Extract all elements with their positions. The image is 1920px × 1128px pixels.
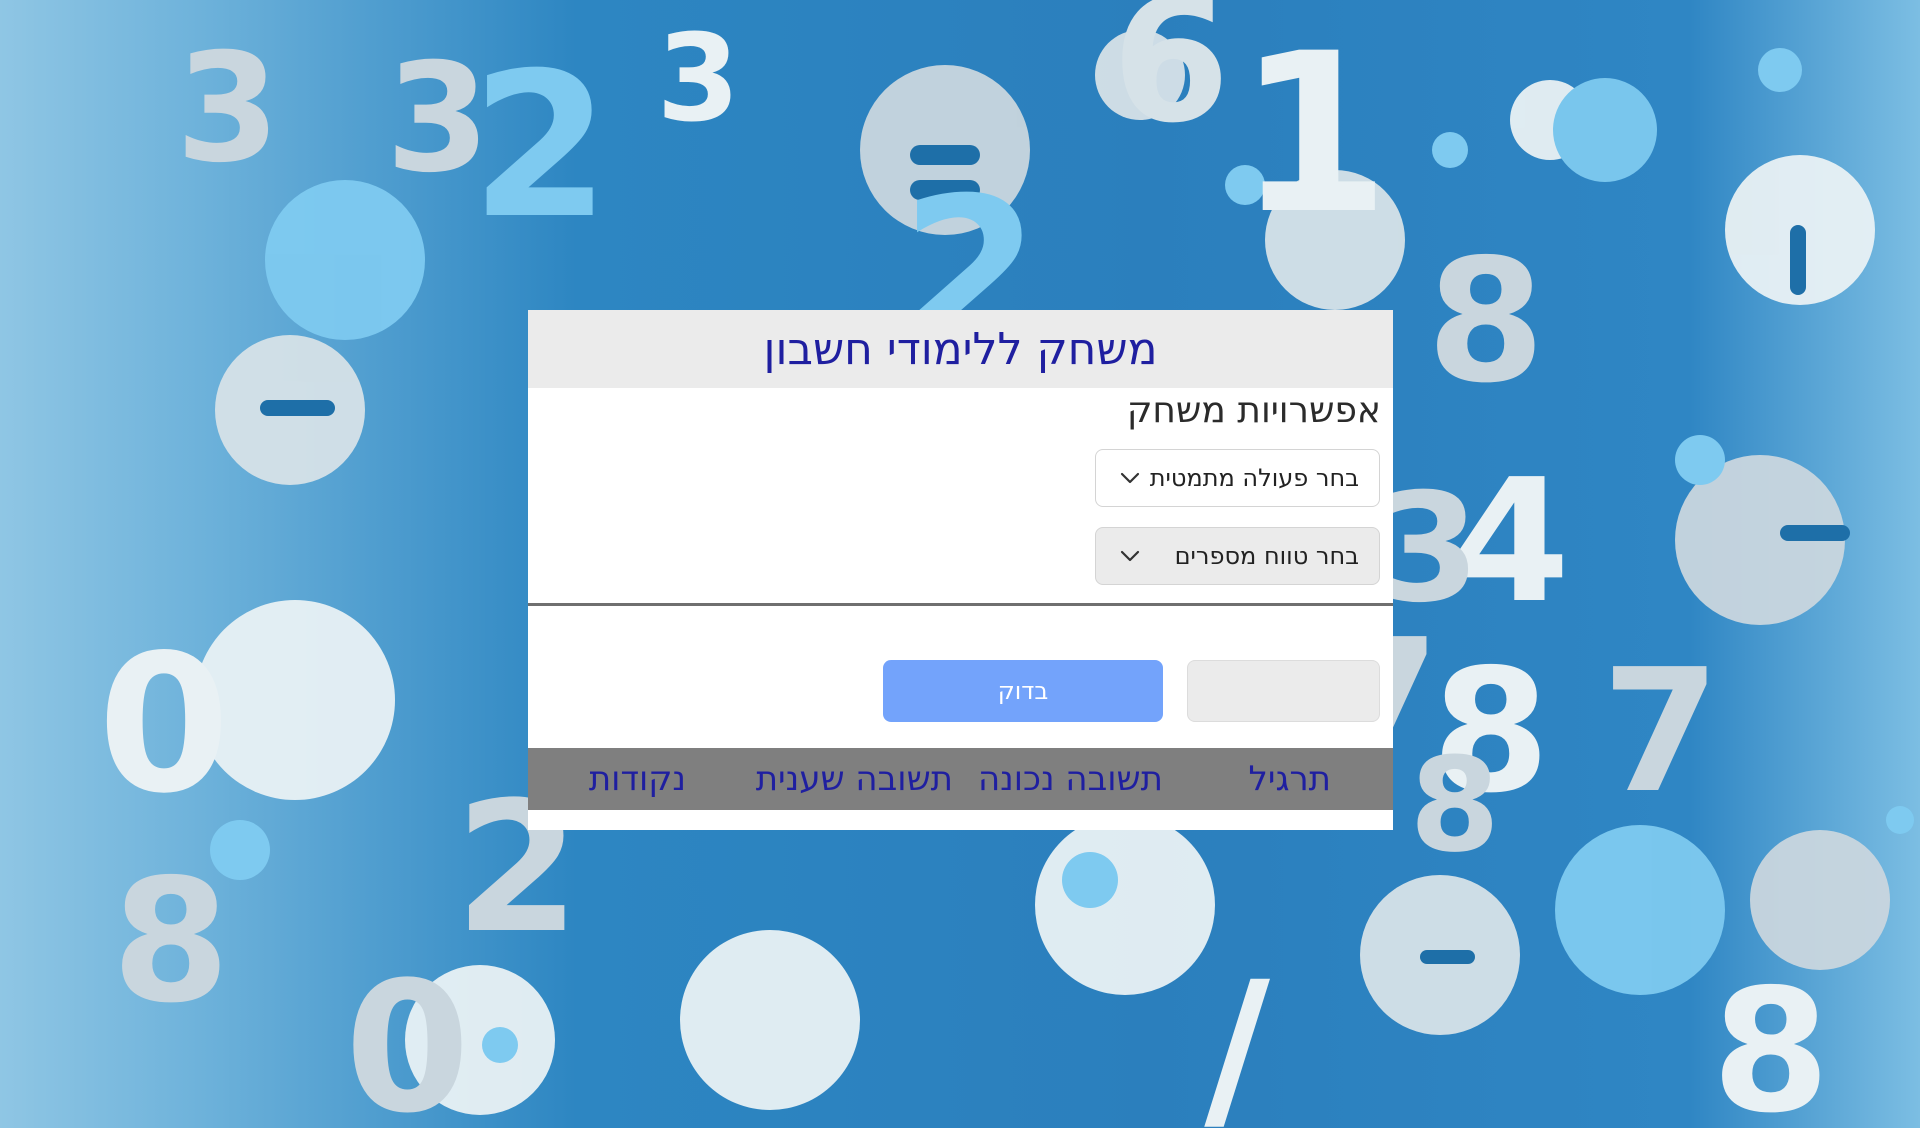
range-select-label: בחר טווח מספרים <box>1174 542 1359 570</box>
game-panel: משחק ללימודי חשבון אפשרויות משחק בחר פעו… <box>528 310 1393 830</box>
svg-text:7: 7 <box>1602 633 1720 831</box>
svg-text:8: 8 <box>1427 223 1545 421</box>
svg-text:1: 1 <box>1237 6 1390 262</box>
svg-text:8: 8 <box>112 843 230 1041</box>
answer-input[interactable] <box>1187 660 1380 722</box>
stats-your-answer-header: תשובה שענית <box>755 759 953 799</box>
svg-text:8: 8 <box>1712 953 1830 1128</box>
stats-exercise-header: תרגיל <box>1248 759 1331 799</box>
stats-points-header: נקודות <box>588 759 686 799</box>
stats-correct-answer-header: תשובה נכונה <box>977 759 1163 799</box>
check-button[interactable]: בדוק <box>883 660 1163 722</box>
range-select[interactable]: בחר טווח מספרים <box>1095 527 1380 585</box>
svg-text:3: 3 <box>176 22 280 196</box>
page-title: משחק ללימודי חשבון <box>763 323 1158 375</box>
svg-text:2: 2 <box>471 30 610 263</box>
svg-text:0: 0 <box>345 944 470 1128</box>
svg-text:6: 6 <box>1112 0 1230 161</box>
operation-select[interactable]: בחר פעולה מתמטית <box>1095 449 1380 507</box>
svg-text:0: 0 <box>98 614 230 835</box>
section-divider <box>528 603 1393 606</box>
chevron-down-icon <box>1120 472 1140 484</box>
svg-text:/: / <box>1204 944 1270 1128</box>
title-bar: משחק ללימודי חשבון <box>528 310 1393 388</box>
stats-header-bar: תרגיל תשובה נכונה תשובה שענית נקודות <box>528 748 1393 810</box>
options-heading: אפשרויות משחק <box>1126 390 1381 431</box>
svg-text:3: 3 <box>657 10 741 149</box>
chevron-down-icon <box>1120 550 1140 562</box>
svg-text:8: 8 <box>1410 729 1500 881</box>
operation-select-label: בחר פעולה מתמטית <box>1149 464 1359 492</box>
